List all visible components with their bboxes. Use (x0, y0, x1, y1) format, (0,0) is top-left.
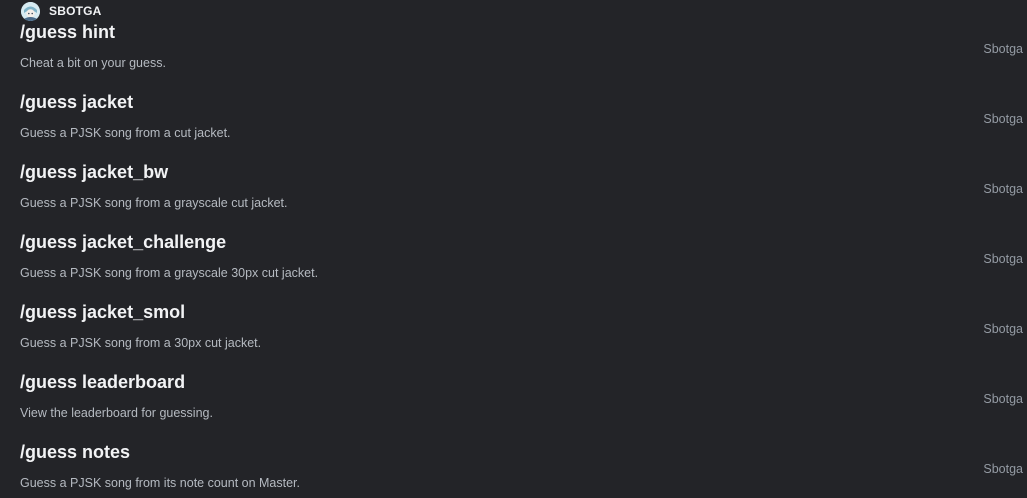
command-description: Guess a PJSK song from a 30px cut jacket… (20, 336, 262, 350)
command-description: Guess a PJSK song from a grayscale cut j… (20, 196, 288, 210)
bot-section-header: SBOTGA (0, 0, 1027, 22)
command-row-guess-notes[interactable]: /guess notes Guess a PJSK song from its … (0, 442, 1027, 498)
bot-avatar-icon (21, 2, 40, 21)
command-source: Sbotga (983, 462, 1023, 476)
command-source: Sbotga (983, 392, 1023, 406)
command-source: Sbotga (983, 42, 1023, 56)
command-description: Guess a PJSK song from a cut jacket. (20, 126, 231, 140)
command-name: /guess jacket (20, 92, 134, 112)
bot-name: SBOTGA (49, 4, 102, 18)
command-description: Cheat a bit on your guess. (20, 56, 166, 70)
command-description: Guess a PJSK song from its note count on… (20, 476, 300, 490)
command-source: Sbotga (983, 252, 1023, 266)
command-row-guess-hint[interactable]: /guess hint Cheat a bit on your guess. S… (0, 22, 1027, 92)
command-name: /guess notes (20, 442, 131, 462)
command-source: Sbotga (983, 112, 1023, 126)
command-description: Guess a PJSK song from a grayscale 30px … (20, 266, 319, 280)
command-description: View the leaderboard for guessing. (20, 406, 213, 420)
command-row-guess-jacket-bw[interactable]: /guess jacket_bw Guess a PJSK song from … (0, 162, 1027, 232)
command-name: /guess jacket_challenge (20, 232, 227, 252)
command-name: /guess hint (20, 22, 116, 42)
command-row-guess-jacket[interactable]: /guess jacket Guess a PJSK song from a c… (0, 92, 1027, 162)
command-name: /guess jacket_smol (20, 302, 186, 322)
command-list-panel: /guess hint Cheat a bit on your guess. S… (0, 0, 1027, 498)
command-name: /guess leaderboard (20, 372, 186, 392)
command-row-guess-jacket-smol[interactable]: /guess jacket_smol Guess a PJSK song fro… (0, 302, 1027, 372)
command-source: Sbotga (983, 322, 1023, 336)
command-row-guess-jacket-challenge[interactable]: /guess jacket_challenge Guess a PJSK son… (0, 232, 1027, 302)
command-row-guess-leaderboard[interactable]: /guess leaderboard View the leaderboard … (0, 372, 1027, 442)
command-name: /guess jacket_bw (20, 162, 169, 182)
command-source: Sbotga (983, 182, 1023, 196)
